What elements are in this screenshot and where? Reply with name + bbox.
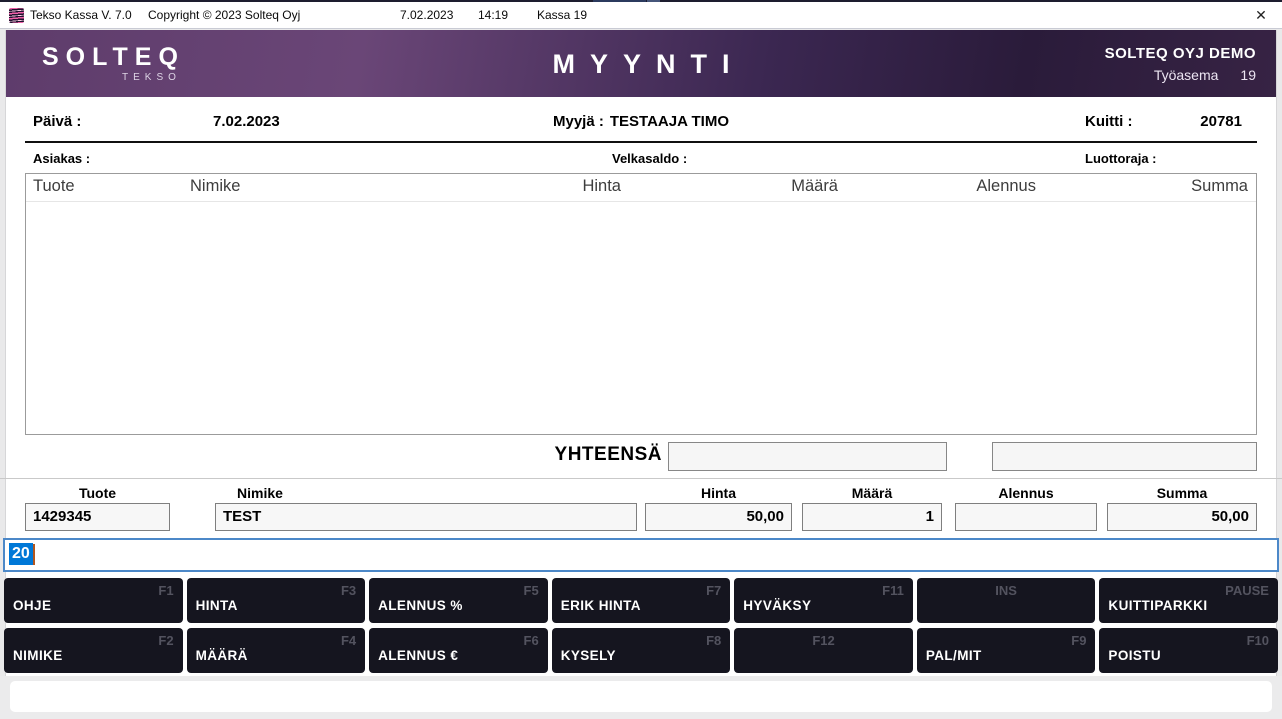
- column-header-hinta: Hinta: [521, 177, 621, 196]
- customer-label: Asiakas :: [33, 151, 90, 166]
- main-area: Päivä : 7.02.2023 Myyjä : TESTAAJA TIMO K…: [6, 97, 1276, 676]
- fkey-tag: F10: [1247, 633, 1269, 648]
- page-title: MYYNTI: [537, 48, 744, 80]
- fk-label: MÄÄRÄ: [196, 648, 248, 663]
- titlebar-time: 14:19: [478, 8, 508, 22]
- column-header-nimike: Nimike: [190, 177, 240, 196]
- separator-line: [25, 141, 1257, 143]
- entry-field-summa[interactable]: 50,00: [1107, 503, 1257, 531]
- pal-mit-button[interactable]: F9 PAL/MIT: [917, 628, 1096, 673]
- entry-label-tuote: Tuote: [25, 485, 170, 501]
- ins-button[interactable]: INS: [917, 578, 1096, 623]
- entry-label-nimike: Nimike: [215, 485, 637, 501]
- entry-label-hinta: Hinta: [645, 485, 792, 501]
- titlebar-copyright: Copyright © 2023 Solteq Oyj: [148, 8, 300, 22]
- titlebar-app-title: Tekso Kassa V. 7.0: [30, 8, 132, 22]
- seller-info: Myyjä : TESTAAJA TIMO: [553, 113, 729, 130]
- fk-label: OHJE: [13, 598, 51, 613]
- fk-label: PAL/MIT: [926, 648, 982, 663]
- titlebar-register: Kassa 19: [537, 8, 587, 22]
- entry-field-nimike[interactable]: TEST: [215, 503, 637, 531]
- seller-value: TESTAAJA TIMO: [610, 113, 729, 130]
- column-header-maara: Määrä: [738, 177, 838, 196]
- alennus-prosentti-button[interactable]: F5 ALENNUS %: [369, 578, 548, 623]
- fkey-tag: F8: [706, 633, 721, 648]
- fk-label: HYVÄKSY: [743, 598, 811, 613]
- separator-line: [0, 478, 1282, 479]
- fk-label: KUITTIPARKKI: [1108, 598, 1207, 613]
- ohje-button[interactable]: F1 OHJE: [4, 578, 183, 623]
- status-strip: [10, 681, 1272, 712]
- fk-label: NIMIKE: [13, 648, 63, 663]
- erik-hinta-button[interactable]: F7 ERIK HINTA: [552, 578, 731, 623]
- table-header-row: Tuote Nimike Hinta Määrä Alennus Summa: [26, 174, 1256, 202]
- fk-label: ALENNUS €: [378, 648, 458, 663]
- workstation-info: Työasema 19: [1105, 68, 1256, 82]
- fkey-tag: F2: [158, 633, 173, 648]
- receipt-value: 20781: [1200, 113, 1242, 130]
- column-header-summa: Summa: [1191, 177, 1248, 196]
- fkey-tag: F4: [341, 633, 356, 648]
- credit-limit-label: Luottoraja :: [1085, 151, 1157, 166]
- logo-sub-text: TEKSO: [122, 73, 181, 83]
- fkey-tag: F6: [524, 633, 539, 648]
- entry-label-alennus: Alennus: [955, 485, 1097, 501]
- fk-label: HINTA: [196, 598, 238, 613]
- titlebar-date: 7.02.2023: [400, 8, 453, 22]
- logo-main-text: SOLTEQ: [42, 45, 185, 70]
- app-header: SOLTEQ TEKSO MYYNTI SOLTEQ OYJ DEMO Työa…: [6, 30, 1276, 97]
- entry-field-hinta[interactable]: 50,00: [645, 503, 792, 531]
- total-label: YHTEENSÄ: [456, 444, 662, 466]
- app-icon: [9, 8, 24, 23]
- fk-label: POISTU: [1108, 648, 1161, 663]
- solteq-logo: SOLTEQ TEKSO: [42, 45, 185, 83]
- column-header-tuote: Tuote: [33, 177, 75, 196]
- entry-field-tuote[interactable]: 1429345: [25, 503, 170, 531]
- kuittiparkki-button[interactable]: PAUSE KUITTIPARKKI: [1099, 578, 1278, 623]
- fkey-tag: F3: [341, 583, 356, 598]
- entry-label-summa: Summa: [1107, 485, 1257, 501]
- fkey-tag: F9: [1071, 633, 1086, 648]
- column-header-alennus: Alennus: [936, 177, 1036, 196]
- fk-label: ALENNUS %: [378, 598, 463, 613]
- entry-field-maara[interactable]: 1: [802, 503, 942, 531]
- company-name: SOLTEQ OYJ DEMO: [1105, 46, 1256, 61]
- fkey-tag: INS: [995, 583, 1017, 598]
- total-amount-field: [668, 442, 947, 471]
- debt-balance-label: Velkasaldo :: [612, 151, 687, 166]
- date-label: Päivä :: [33, 113, 81, 130]
- hyvaksy-button[interactable]: F11 HYVÄKSY: [734, 578, 913, 623]
- fkey-tag: F5: [524, 583, 539, 598]
- workstation-label: Työasema: [1154, 67, 1219, 83]
- text-cursor: [33, 544, 35, 565]
- command-input[interactable]: 20: [3, 538, 1279, 572]
- fkey-tag: PAUSE: [1225, 583, 1269, 598]
- kysely-button[interactable]: F8 KYSELY: [552, 628, 731, 673]
- entry-label-maara: Määrä: [802, 485, 942, 501]
- f12-button[interactable]: F12: [734, 628, 913, 673]
- total-secondary-field: [992, 442, 1257, 471]
- hinta-button[interactable]: F3 HINTA: [187, 578, 366, 623]
- function-key-grid: F1OHJE F3HINTA F5ALENNUS % F7ERIK HINTA …: [4, 578, 1278, 673]
- workstation-value: 19: [1240, 67, 1256, 83]
- receipt-label: Kuitti :: [1085, 113, 1132, 130]
- close-icon[interactable]: ✕: [1244, 2, 1278, 28]
- fkey-tag: F11: [882, 583, 904, 598]
- command-input-selected-text: 20: [9, 543, 33, 565]
- fk-label: KYSELY: [561, 648, 616, 663]
- maara-button[interactable]: F4 MÄÄRÄ: [187, 628, 366, 673]
- fkey-tag: F7: [706, 583, 721, 598]
- fkey-tag: F1: [158, 583, 173, 598]
- nimike-button[interactable]: F2 NIMIKE: [4, 628, 183, 673]
- poistu-button[interactable]: F10 POISTU: [1099, 628, 1278, 673]
- fkey-tag: F12: [812, 633, 834, 648]
- date-value: 7.02.2023: [213, 113, 280, 130]
- alennus-euro-button[interactable]: F6 ALENNUS €: [369, 628, 548, 673]
- sale-lines-table: Tuote Nimike Hinta Määrä Alennus Summa: [25, 173, 1257, 435]
- titlebar: Tekso Kassa V. 7.0 Copyright © 2023 Solt…: [0, 2, 1282, 29]
- seller-label: Myyjä :: [553, 113, 604, 130]
- fk-label: ERIK HINTA: [561, 598, 641, 613]
- entry-field-alennus[interactable]: [955, 503, 1097, 531]
